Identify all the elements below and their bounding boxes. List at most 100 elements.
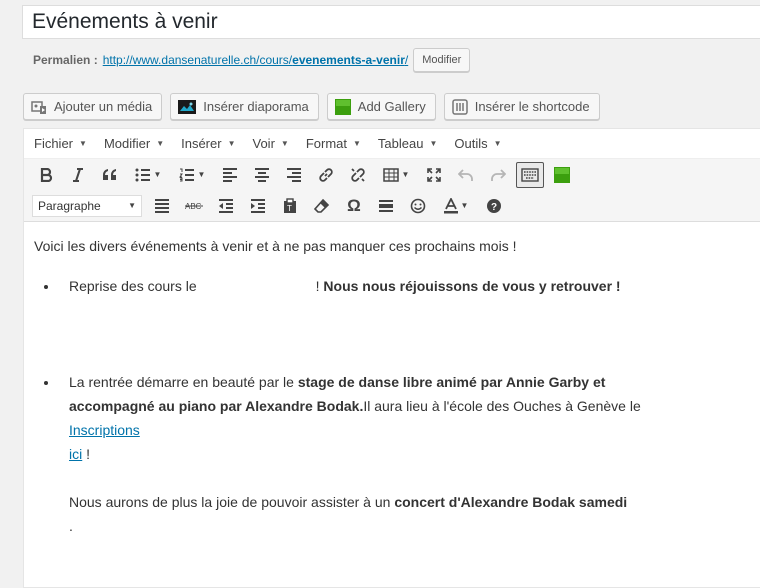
bullet-list-icon (135, 168, 150, 181)
strikethrough-icon: ABC (185, 202, 203, 211)
justify-button[interactable] (148, 193, 176, 219)
align-center-icon (255, 167, 269, 182)
chevron-down-icon: ▼ (460, 201, 469, 210)
add-media-label: Ajouter un média (54, 99, 153, 114)
item1-bold: Nous nous réjouissons de vous y retrouve… (323, 278, 621, 294)
gallery-green-square-icon (334, 98, 351, 115)
menu-inserer-label: Insérer (181, 136, 222, 151)
clipboard-icon: T (284, 197, 296, 213)
gallery-green-button[interactable] (548, 162, 576, 188)
svg-text:?: ? (491, 202, 497, 213)
menu-tableau[interactable]: Tableau ▼ (378, 136, 437, 151)
shortcode-icon (451, 98, 468, 115)
italic-icon (73, 167, 83, 182)
strikethrough-button[interactable]: ABC (180, 193, 208, 219)
redo-icon (491, 168, 506, 181)
chevron-down-icon: ▼ (227, 139, 236, 148)
events-list-2: La rentrée démarre en beauté par le stag… (34, 370, 760, 538)
inscriptions-link[interactable]: Inscriptions (69, 422, 140, 438)
unlink-button[interactable] (344, 162, 372, 188)
item2-text5: . (69, 518, 73, 534)
post-title-input[interactable] (23, 6, 760, 38)
menu-outils[interactable]: Outils ▼ (454, 136, 501, 151)
chevron-down-icon: ▼ (401, 170, 410, 179)
toolbar-toggle-button[interactable] (516, 161, 544, 188)
add-gallery-button[interactable]: Add Gallery (326, 93, 436, 120)
permalink-trailing: / (404, 53, 409, 67)
numbered-list-icon (178, 168, 194, 181)
permalink-url-base: http://www.dansenaturelle.ch/cours/ (102, 53, 293, 67)
item2-text1: La rentrée démarre en beauté par le (69, 374, 294, 390)
fullscreen-button[interactable] (420, 162, 448, 188)
undo-button[interactable] (452, 162, 480, 188)
outdent-button[interactable] (212, 193, 240, 219)
menu-tableau-label: Tableau (377, 136, 424, 151)
post-title-box[interactable] (22, 5, 760, 39)
numbered-list-button[interactable]: ▼ (172, 162, 212, 188)
align-right-button[interactable] (280, 162, 308, 188)
permalink-bar: Permalien : http://www.dansenaturelle.ch… (33, 48, 471, 72)
add-media-button[interactable]: Ajouter un média (23, 93, 163, 120)
insert-shortcode-label: Insérer le shortcode (474, 99, 590, 114)
permalink-edit-button[interactable]: Modifier (413, 48, 471, 72)
smiley-icon (410, 198, 426, 213)
bullet-list-button[interactable]: ▼ (128, 162, 168, 188)
special-character-button[interactable]: Ω (340, 193, 368, 219)
align-right-icon (287, 167, 301, 182)
help-button[interactable]: ? (480, 193, 508, 219)
list-item: Reprise des cours le! Nous nous réjouiss… (59, 274, 760, 298)
chevron-down-icon: ▼ (280, 139, 289, 148)
paste-text-button[interactable]: T (276, 193, 304, 219)
insert-slideshow-label: Insérer diaporama (203, 99, 309, 114)
chevron-down-icon: ▼ (153, 170, 162, 179)
emoticons-button[interactable] (404, 193, 432, 219)
chevron-down-icon: ▼ (79, 139, 87, 148)
menu-format[interactable]: Format ▼ (306, 136, 361, 151)
chevron-down-icon: ▼ (429, 139, 438, 148)
editor-content[interactable]: Voici les divers événements à venir et à… (24, 234, 760, 538)
media-buttons: Ajouter un média Insérer diaporama Add G… (23, 93, 600, 120)
clear-formatting-button[interactable] (308, 193, 336, 219)
align-left-button[interactable] (216, 162, 244, 188)
align-center-button[interactable] (248, 162, 276, 188)
outdent-icon (219, 198, 233, 213)
menu-inserer[interactable]: Insérer ▼ (181, 136, 235, 151)
indent-button[interactable] (244, 193, 272, 219)
svg-text:T: T (287, 204, 292, 213)
chevron-down-icon: ▼ (353, 139, 361, 148)
quote-icon (103, 168, 116, 180)
menu-modifier[interactable]: Modifier ▼ (104, 136, 164, 151)
chevron-down-icon: ▼ (156, 139, 165, 148)
menu-fichier-label: Fichier (34, 136, 74, 151)
insert-link-button[interactable] (312, 162, 340, 188)
intro-paragraph: Voici les divers événements à venir et à… (34, 238, 517, 254)
format-select[interactable]: Paragraphe ▼ (32, 194, 142, 217)
gallery-green-square-icon (554, 166, 570, 183)
link-icon (319, 167, 333, 182)
menu-outils-label: Outils (454, 136, 488, 151)
insert-shortcode-button[interactable]: Insérer le shortcode (443, 93, 600, 120)
menu-voir[interactable]: Voir ▼ (253, 136, 289, 151)
blockquote-button[interactable] (96, 162, 124, 188)
format-select-value: Paragraphe (38, 198, 101, 213)
redo-button[interactable] (484, 162, 512, 188)
chevron-down-icon: ▼ (493, 139, 502, 148)
permalink-link[interactable]: http://www.dansenaturelle.ch/cours/evene… (103, 53, 409, 67)
list-item: La rentrée démarre en beauté par le stag… (59, 370, 679, 538)
omega-icon: Ω (347, 195, 361, 215)
table-button[interactable]: ▼ (376, 162, 416, 188)
item1-bang: ! (315, 278, 320, 294)
permalink-slug: evenements-a-venir (292, 53, 405, 67)
menu-fichier[interactable]: Fichier ▼ (34, 136, 87, 151)
bold-button[interactable] (32, 162, 60, 188)
item1-text: Reprise des cours le (69, 278, 197, 294)
insert-slideshow-button[interactable]: Insérer diaporama (170, 93, 319, 120)
item2-text4: Nous aurons de plus la joie de pouvoir a… (69, 494, 391, 510)
ici-link[interactable]: ici (69, 446, 82, 462)
text-color-button[interactable]: ▼ (436, 193, 476, 219)
menu-format-label: Format (305, 136, 347, 151)
italic-button[interactable] (64, 162, 92, 188)
slideshow-icon (178, 99, 197, 115)
chevron-down-icon: ▼ (197, 170, 206, 179)
horizontal-line-button[interactable] (372, 193, 400, 219)
